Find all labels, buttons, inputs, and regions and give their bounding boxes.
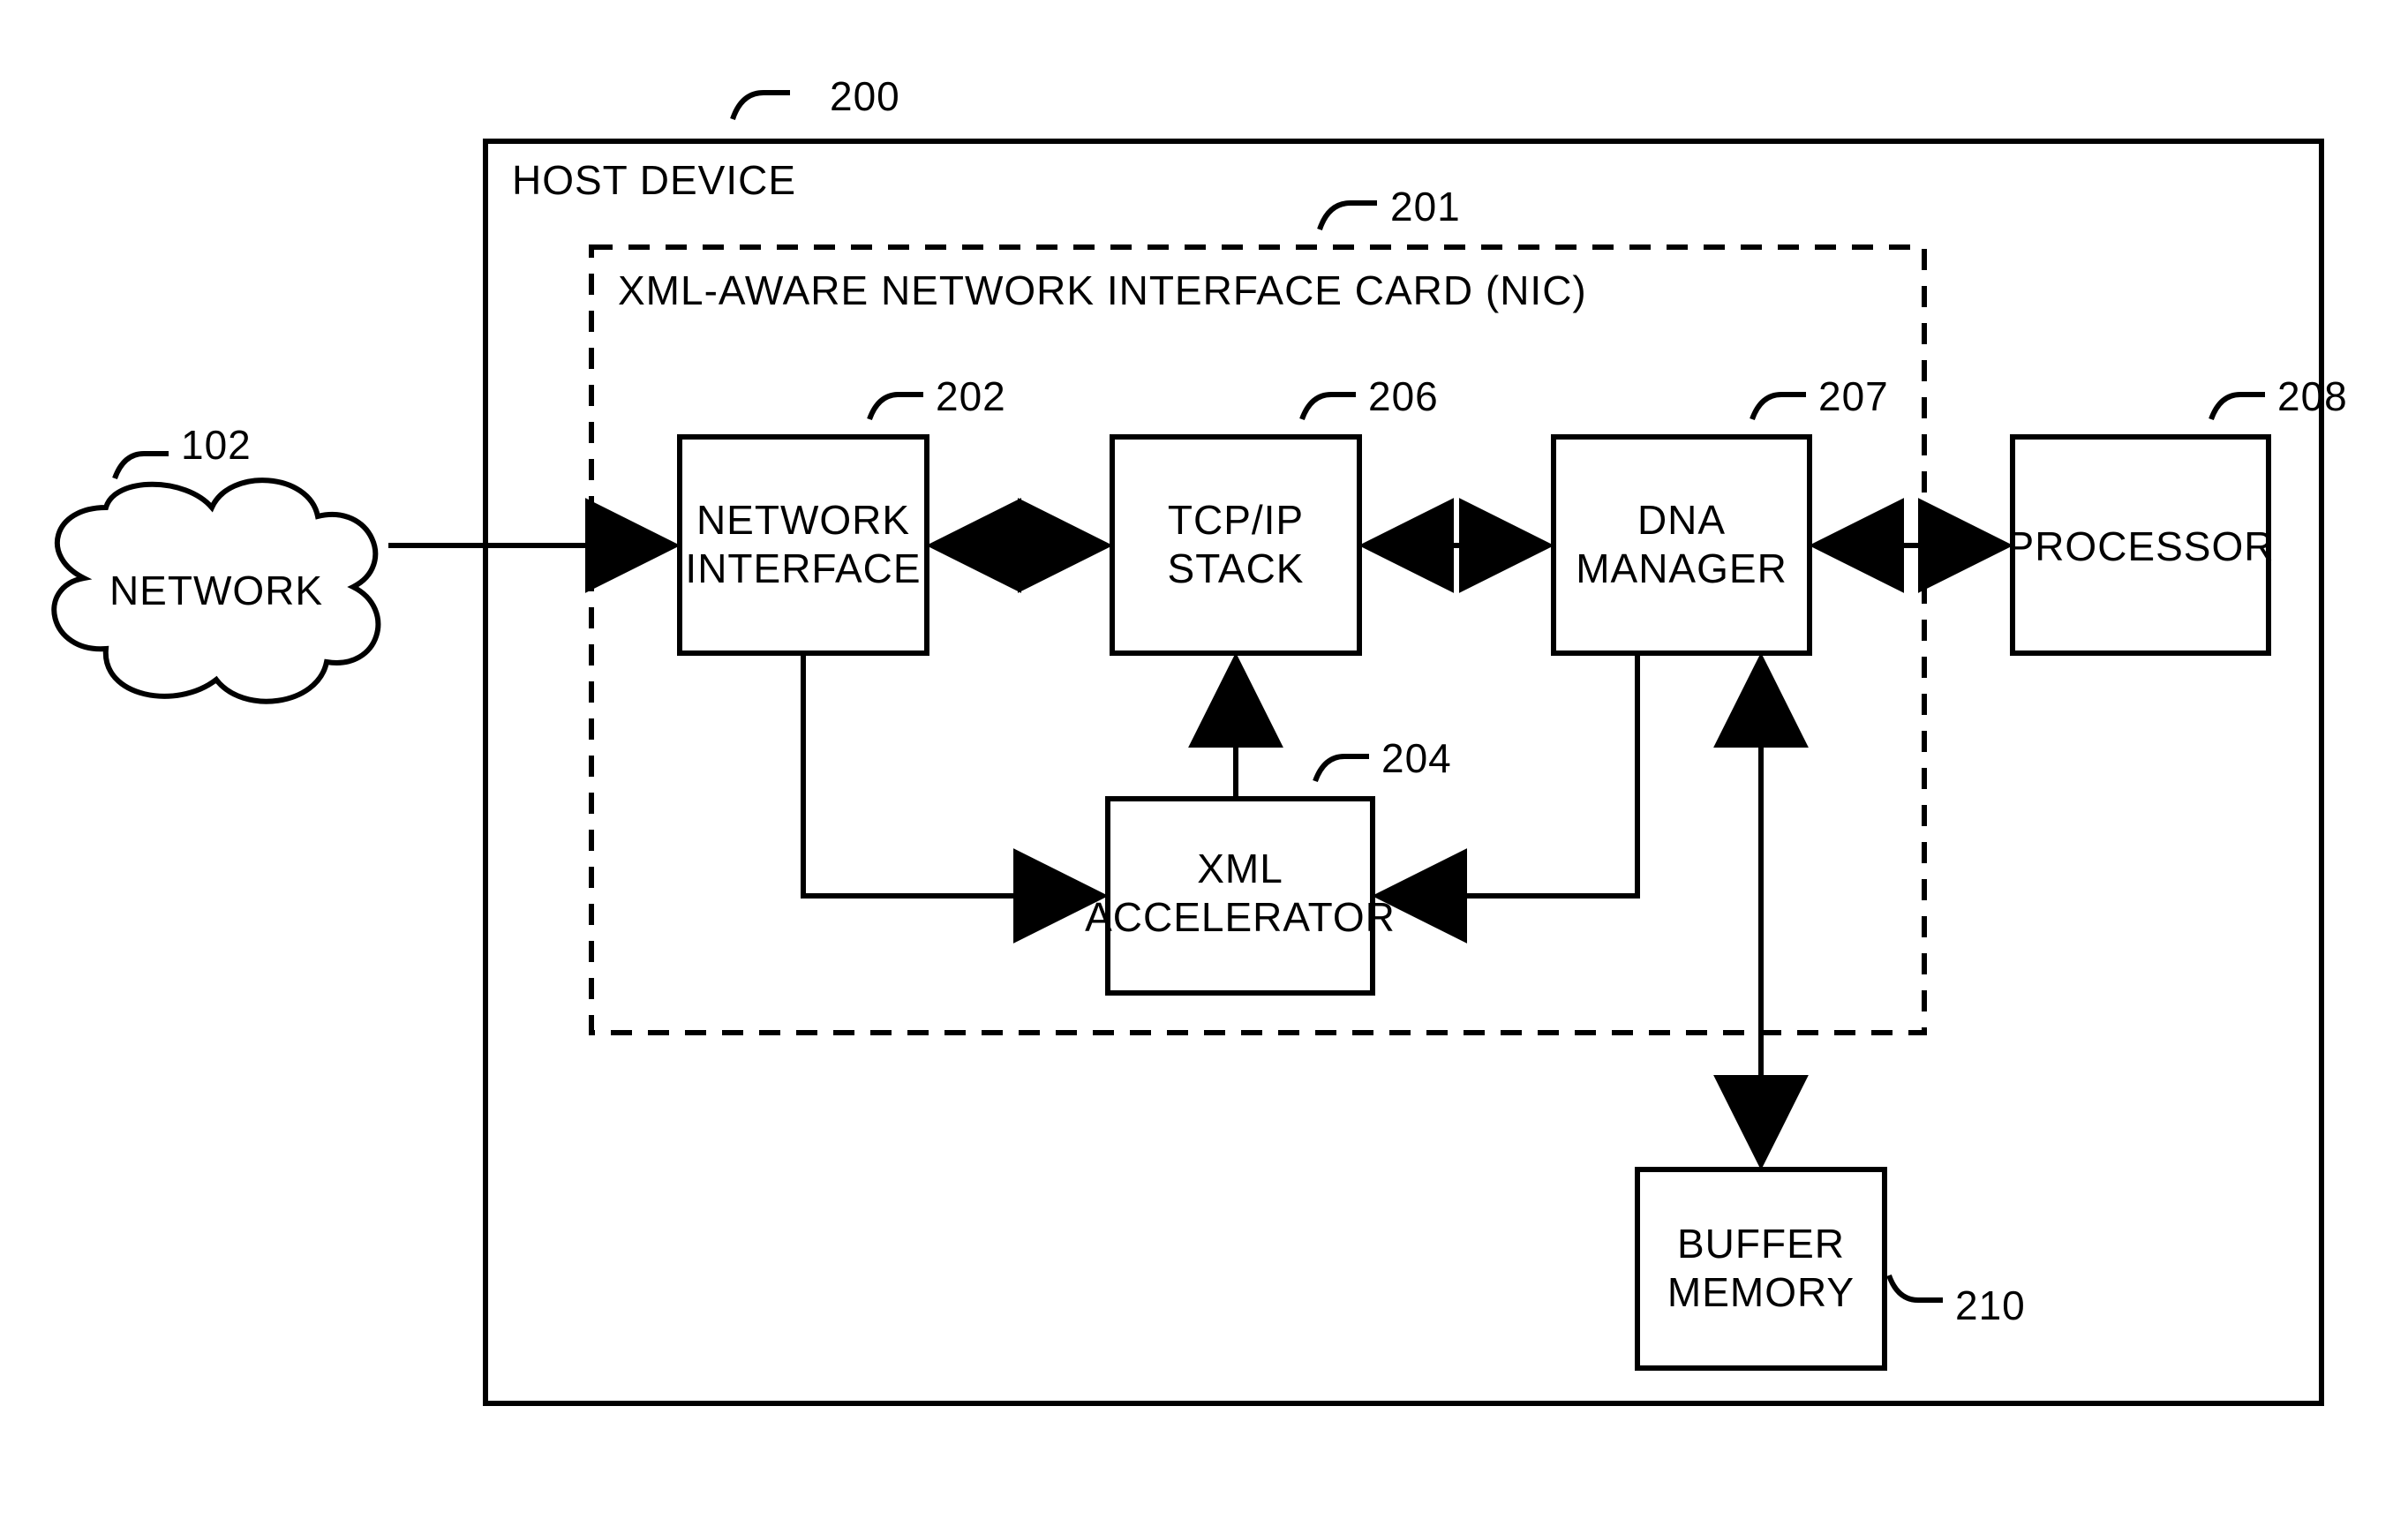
ref-201: 201 <box>1390 184 1461 229</box>
buf-label-2: MEMORY <box>1667 1269 1855 1315</box>
ref-202: 202 <box>936 373 1006 419</box>
xml-label-2: ACCELERATOR <box>1085 894 1396 940</box>
host-device-label: HOST DEVICE <box>512 157 796 203</box>
ref-hook-200 <box>733 93 790 119</box>
xml-label-1: XML <box>1197 846 1283 891</box>
ref-hook-102 <box>115 454 169 478</box>
buf-label-1: BUFFER <box>1677 1221 1845 1267</box>
ref-102: 102 <box>181 422 252 468</box>
ref-210: 210 <box>1955 1282 2026 1328</box>
net-if-label-2: INTERFACE <box>685 545 921 591</box>
network-cloud: NETWORK <box>54 480 378 702</box>
tcp-label-2: STACK <box>1168 545 1305 591</box>
ref-207: 207 <box>1818 373 1889 419</box>
net-if-label-1: NETWORK <box>696 497 910 543</box>
ref-208: 208 <box>2277 373 2348 419</box>
ref-200: 200 <box>830 73 900 119</box>
dna-label-1: DNA <box>1637 497 1726 543</box>
diagram-canvas: HOST DEVICE 200 XML-AWARE NETWORK INTERF… <box>0 0 2408 1534</box>
network-label: NETWORK <box>109 568 323 613</box>
tcp-label-1: TCP/IP <box>1168 497 1304 543</box>
dna-label-2: MANAGER <box>1576 545 1787 591</box>
ref-204: 204 <box>1381 735 1452 781</box>
nic-label: XML-AWARE NETWORK INTERFACE CARD (NIC) <box>618 267 1587 313</box>
ref-206: 206 <box>1368 373 1439 419</box>
processor-label: PROCESSOR <box>2007 523 2275 569</box>
